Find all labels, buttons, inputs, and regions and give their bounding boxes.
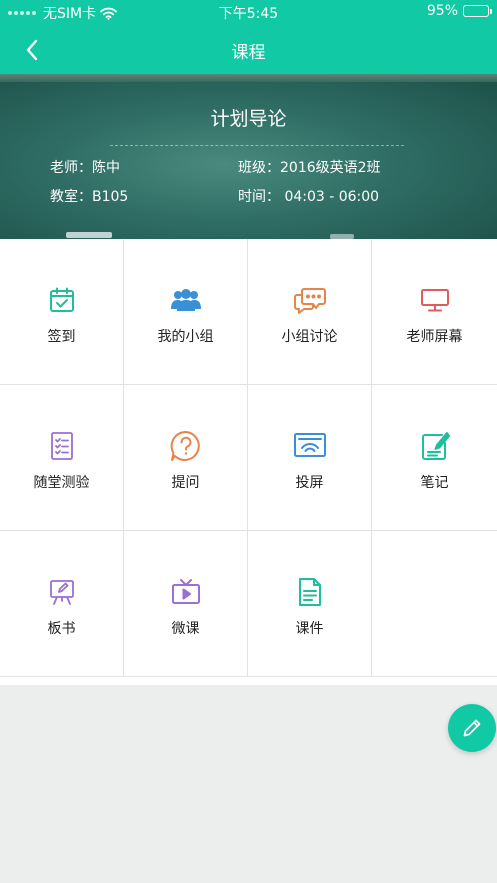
feature-label: 笔记 xyxy=(420,475,449,491)
battery-icon xyxy=(463,5,492,17)
feature-label: 随堂测验 xyxy=(33,475,90,491)
cast-screen-icon xyxy=(293,433,326,457)
checklist-icon xyxy=(50,432,73,460)
calendar-check-icon xyxy=(49,287,74,312)
note-edit-icon xyxy=(421,432,450,460)
nav-bar: 课程 xyxy=(0,26,497,74)
feature-label: 提问 xyxy=(171,475,200,491)
feature-label: 老师屏幕 xyxy=(406,329,463,345)
course-banner: 计划导论 老师：陈中 班级：2016级英语2班 教室：B105 时间： 04:0… xyxy=(0,74,497,239)
feature-question[interactable]: 提问 xyxy=(124,385,248,531)
monitor-icon xyxy=(420,289,449,312)
banner-divider xyxy=(110,145,404,146)
board-frame xyxy=(0,74,497,82)
battery-group: 95% xyxy=(426,3,492,19)
course-name: 计划导论 xyxy=(210,108,287,130)
feature-label: 课件 xyxy=(295,621,324,637)
feature-screen-cast[interactable]: 投屏 xyxy=(248,385,372,531)
feature-label: 小组讨论 xyxy=(281,329,338,345)
feature-quiz[interactable]: 随堂测验 xyxy=(0,385,124,531)
pencil-icon xyxy=(463,719,481,737)
board-icon xyxy=(49,580,74,605)
feature-label: 微课 xyxy=(171,621,200,637)
question-icon xyxy=(170,430,200,461)
status-time: 下午5:45 xyxy=(218,6,279,22)
room-info: 教室：B105 xyxy=(50,189,129,205)
time-info: 时间： 04:03 - 06:00 xyxy=(238,189,380,205)
feature-checkin[interactable]: 签到 xyxy=(0,239,124,385)
chalk-decoration xyxy=(66,232,112,238)
page-title: 课程 xyxy=(231,43,266,63)
feature-notes[interactable]: 笔记 xyxy=(372,385,497,531)
feature-label: 投屏 xyxy=(295,475,324,491)
feature-label: 板书 xyxy=(47,621,76,637)
battery-percent: 95% xyxy=(426,3,458,19)
feature-grid: 签到 我的小组 小组讨论 老师屏幕 随堂测验 提问 投屏 笔记 板书 微课 课件 xyxy=(0,239,497,685)
feature-courseware[interactable]: 课件 xyxy=(248,531,372,677)
group-icon xyxy=(170,289,201,311)
feature-empty-slot xyxy=(372,531,497,677)
feature-teacher-screen[interactable]: 老师屏幕 xyxy=(372,239,497,385)
feature-label: 签到 xyxy=(47,329,76,345)
feature-my-group[interactable]: 我的小组 xyxy=(124,239,248,385)
chat-bubbles-icon xyxy=(293,288,326,314)
feature-label: 我的小组 xyxy=(157,329,214,345)
edit-fab-button[interactable] xyxy=(448,704,496,752)
document-icon xyxy=(298,578,321,606)
feature-micro-lesson[interactable]: 微课 xyxy=(124,531,248,677)
teacher-info: 老师：陈中 xyxy=(50,160,120,176)
status-bar: 无SIM卡 下午5:45 95% xyxy=(0,0,497,26)
feature-group-discussion[interactable]: 小组讨论 xyxy=(248,239,372,385)
feature-board-writing[interactable]: 板书 xyxy=(0,531,124,677)
class-info: 班级：2016级英语2班 xyxy=(238,160,381,176)
tv-play-icon xyxy=(171,579,200,604)
